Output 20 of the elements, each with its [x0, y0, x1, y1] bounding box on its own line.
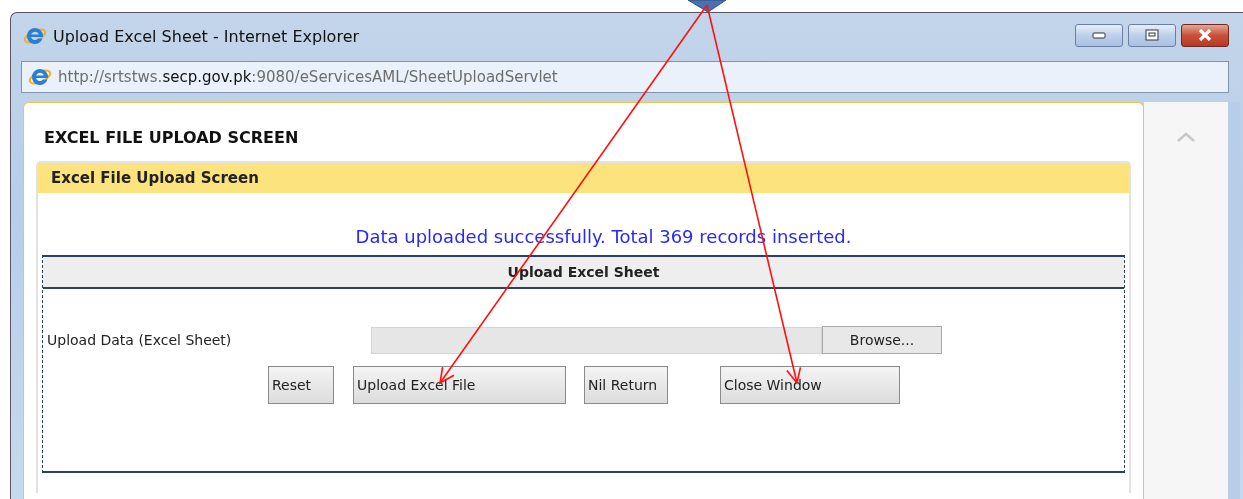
panel-title: Excel File Upload Screen — [51, 169, 259, 187]
address-field[interactable]: http://srtstws.secp.gov.pk:9080/eServicesAML/SheetUploadServlet — [21, 61, 1229, 93]
maximize-icon — [1145, 29, 1159, 41]
form-button[interactable]: Close Window — [720, 366, 900, 404]
minimize-button[interactable] — [1075, 23, 1123, 47]
form-button[interactable]: Nil Return — [584, 366, 668, 404]
file-path-field[interactable] — [371, 326, 822, 354]
browser-logo-icon — [28, 66, 52, 88]
scrollbar[interactable] — [1144, 102, 1240, 499]
maximize-button[interactable] — [1128, 23, 1176, 47]
form-button[interactable]: Reset — [268, 366, 334, 404]
browse-button[interactable]: Browse... — [822, 326, 942, 354]
close-icon — [1197, 29, 1213, 41]
close-button[interactable] — [1181, 23, 1229, 47]
form-button[interactable]: Upload Excel File — [353, 366, 566, 404]
window-title: Upload Excel Sheet - Internet Explorer — [53, 26, 360, 46]
minimize-icon — [1092, 31, 1106, 39]
page-heading: EXCEL FILE UPLOAD SCREEN — [44, 128, 300, 147]
browser-logo-icon — [23, 25, 47, 47]
field-label: Upload Data (Excel Sheet) — [46, 332, 233, 348]
